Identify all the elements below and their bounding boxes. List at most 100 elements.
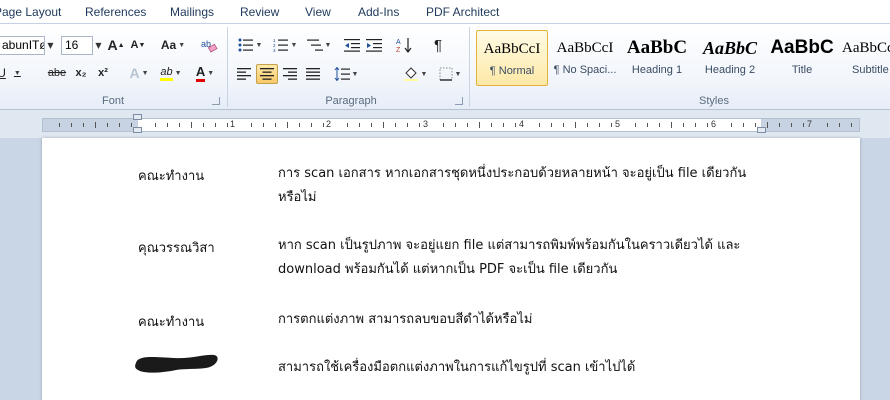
svg-text:3: 3 <box>273 48 276 52</box>
align-center-button[interactable] <box>256 64 278 84</box>
paragraph-dialog-launcher[interactable] <box>455 97 463 105</box>
style-title[interactable]: AaBbC Title <box>766 30 838 86</box>
change-case-button[interactable]: Aa ▼ <box>158 35 188 55</box>
font-dialog-launcher[interactable] <box>212 97 220 105</box>
text-effects-icon: A <box>129 65 140 81</box>
numbering-button[interactable]: 1 2 3 ▼ <box>269 35 301 55</box>
tab-page-layout[interactable]: Page Layout <box>0 5 61 19</box>
tab-pdf-architect[interactable]: PDF Architect <box>426 5 499 19</box>
align-right-button[interactable] <box>280 64 300 84</box>
ruler-tick <box>263 123 264 127</box>
shrink-arrow-icon: ▼ <box>138 41 146 49</box>
grow-font-label: A <box>107 37 118 53</box>
row-text: หาก scan เป็นรูปภาพ จะอยู่แยก file แต่สา… <box>278 238 741 277</box>
font-size-field[interactable]: 16 <box>61 36 93 55</box>
ruler-tick <box>395 123 396 127</box>
ruler-number: 4 <box>519 119 525 129</box>
ruler-tick <box>695 123 696 127</box>
tab-references[interactable]: References <box>85 5 146 19</box>
paragraph-group-label: Paragraph <box>325 95 377 107</box>
paint-bucket-icon <box>403 67 418 81</box>
grow-font-button[interactable]: A ▲ <box>106 35 126 55</box>
ruler-tick <box>467 123 468 127</box>
style-sample: AaBbCcI <box>556 40 614 56</box>
ruler-tick <box>191 122 192 128</box>
decrease-indent-icon <box>344 39 360 52</box>
style-name: ¶ No Spaci... <box>553 64 617 76</box>
ruler-tick <box>251 123 252 127</box>
style-heading-1[interactable]: AaBbC Heading 1 <box>621 30 693 86</box>
clear-formatting-button[interactable]: ab <box>198 35 220 55</box>
bullets-button[interactable]: ▼ <box>234 35 266 55</box>
chevron-down-icon: ▼ <box>454 70 462 78</box>
style-heading-2[interactable]: AaBbC Heading 2 <box>694 30 766 86</box>
row-text: สามารถใช้เครื่องมือตกแต่งภาพในการแก้ไขรู… <box>278 360 636 375</box>
style-name: Title <box>791 64 813 76</box>
align-left-button[interactable] <box>234 64 254 84</box>
style-subtitle[interactable]: AaBbCc Subtitle <box>838 30 890 86</box>
superscript-label: x² <box>98 67 108 79</box>
tab-add-ins[interactable]: Add-Ins <box>358 5 399 19</box>
superscript-button[interactable]: x² <box>94 63 112 83</box>
highlight-button[interactable]: ab ▼ <box>156 63 186 83</box>
ruler-number: 3 <box>423 119 429 129</box>
multilevel-list-icon <box>306 39 323 51</box>
style-sample: AaBbC <box>626 37 688 58</box>
ruler-tick <box>827 123 828 127</box>
strikethrough-button[interactable]: abe <box>46 63 68 83</box>
style-sample: AaBbC <box>770 37 834 58</box>
align-left-icon <box>237 68 251 80</box>
right-indent-marker[interactable] <box>757 127 766 133</box>
speaker-label: คณะทำงาน <box>138 169 205 184</box>
ruler-left-margin <box>43 119 138 131</box>
numbering-icon: 123 <box>273 38 288 52</box>
show-hide-marks-button[interactable]: ¶ <box>428 35 448 55</box>
ruler-tick <box>779 123 780 127</box>
style-no-spacing[interactable]: AaBbCcI ¶ No Spaci... <box>549 30 621 86</box>
ruler-number: 6 <box>711 119 717 129</box>
svg-text:A: A <box>396 39 401 46</box>
text-effects-button[interactable]: A ▼ <box>126 63 152 83</box>
document-page[interactable]: คณะทำงาน การ scan เอกสาร หากเอกสารชุดหนึ… <box>42 138 860 400</box>
style-name: ¶ Normal <box>489 65 535 77</box>
justify-button[interactable] <box>303 64 323 84</box>
chevron-down-icon: ▼ <box>13 69 21 77</box>
horizontal-ruler[interactable]: 1 2 3 4 5 6 7 <box>42 118 860 132</box>
hanging-indent-marker[interactable] <box>133 127 142 133</box>
font-name-field[interactable]: abunITø <box>0 36 45 55</box>
ruler-number: 1 <box>230 119 236 129</box>
redaction-mark <box>135 354 218 373</box>
strikethrough-label: abe <box>47 67 67 79</box>
underline-button[interactable]: U ▼ <box>0 63 24 83</box>
decrease-indent-button[interactable] <box>342 35 362 55</box>
ruler-tick <box>311 123 312 127</box>
increase-indent-button[interactable] <box>364 35 384 55</box>
style-name: Subtitle <box>852 64 889 76</box>
line-spacing-button[interactable]: ▼ <box>330 64 362 84</box>
style-normal[interactable]: AaBbCcI ¶ Normal <box>476 30 548 86</box>
ruler-tick <box>287 122 288 128</box>
first-line-indent-marker[interactable] <box>133 114 142 120</box>
font-color-button[interactable]: A ▼ <box>190 63 220 83</box>
font-name-dropdown[interactable]: ▼ <box>45 36 56 55</box>
speaker-label: คุณวรรณวิสา <box>138 241 215 256</box>
ribbon: abunITø ▼ 16 ▼ A ▲ A ▼ Aa ▼ ab U ▼ abe x₂ x²… <box>0 24 890 110</box>
shrink-font-button[interactable]: A ▼ <box>128 35 148 55</box>
ruler-tick <box>167 123 168 127</box>
shrink-font-label: A <box>130 39 139 51</box>
ruler-tick <box>731 123 732 127</box>
svg-text:Z: Z <box>396 47 401 53</box>
sort-button[interactable]: AZ <box>394 35 416 55</box>
subscript-button[interactable]: x₂ <box>72 63 90 83</box>
tab-mailings[interactable]: Mailings <box>170 5 214 19</box>
shading-button[interactable]: ▼ <box>400 64 430 84</box>
tab-view[interactable]: View <box>305 5 331 19</box>
tab-review[interactable]: Review <box>240 5 279 19</box>
font-size-dropdown[interactable]: ▼ <box>93 36 104 55</box>
chevron-down-icon: ▼ <box>324 41 332 49</box>
ruler-tick <box>107 123 108 127</box>
chevron-down-icon: ▼ <box>207 69 215 77</box>
align-center-icon <box>260 68 274 80</box>
borders-button[interactable]: ▼ <box>436 64 464 84</box>
multilevel-list-button[interactable]: ▼ <box>304 35 334 55</box>
